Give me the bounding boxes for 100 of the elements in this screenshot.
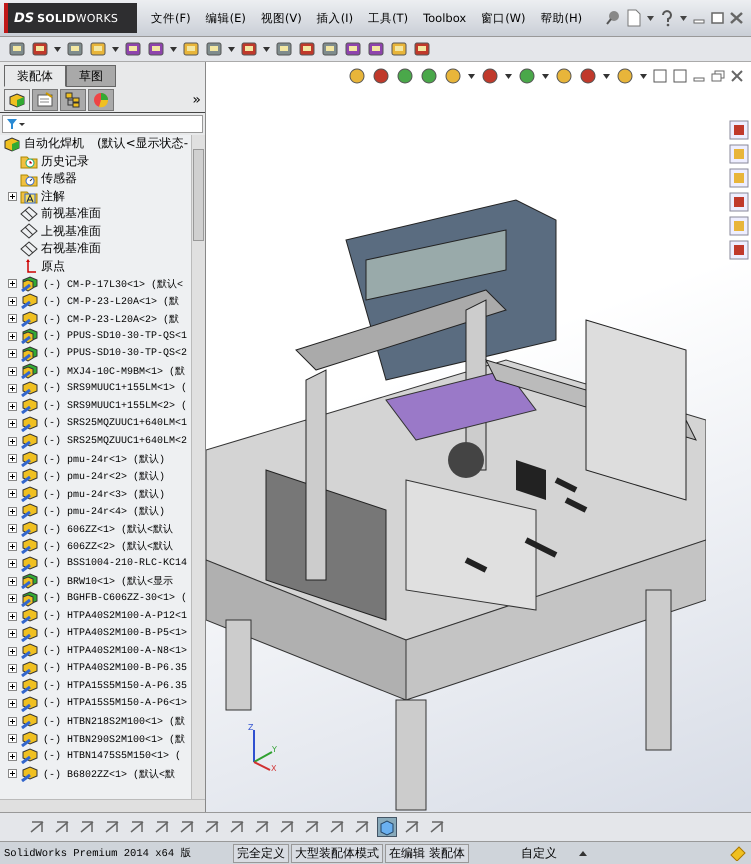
tree-item[interactable]: (-) pmu-24r<1> (默认): [43, 452, 166, 466]
feature-manager-tab[interactable]: [4, 89, 30, 111]
caret-icon[interactable]: [640, 74, 647, 78]
property-manager-tab[interactable]: [32, 89, 58, 111]
manager-tab[interactable]: 装配体: [4, 65, 66, 87]
expand-icon[interactable]: [8, 402, 17, 411]
expand-icon[interactable]: [8, 612, 17, 621]
expand-icon[interactable]: [8, 454, 17, 464]
tree-item[interactable]: (-) pmu-24r<2> (默认): [43, 469, 166, 484]
tree-item[interactable]: (-) B6802ZZ<1> (默认<默: [43, 766, 176, 781]
tree-item[interactable]: 自动化焊机: [24, 135, 84, 152]
tree-item[interactable]: 历史记录: [41, 152, 89, 170]
menu-item[interactable]: 编辑(E): [206, 10, 246, 26]
tree-item[interactable]: 上视基准面: [41, 222, 101, 240]
tree-item[interactable]: (-) PPUS-SD10-30-TP-QS<2: [43, 348, 188, 360]
tree-item[interactable]: (-) CM-P-23-L20A<1> (默: [43, 294, 180, 308]
caret-icon[interactable]: [603, 74, 610, 78]
tree-item[interactable]: (-) HTPA40S2M100-B-P6.35: [43, 663, 188, 674]
expand-icon[interactable]: [8, 559, 17, 568]
tree-item[interactable]: (-) CM-P-17L30<1> (默认<: [43, 276, 184, 291]
caret-icon[interactable]: [505, 74, 512, 78]
expand-icon[interactable]: [8, 629, 17, 638]
tree-item[interactable]: 传感器: [41, 170, 77, 188]
expand-icon[interactable]: [8, 419, 17, 428]
expand-icon[interactable]: [8, 542, 17, 551]
caret-icon[interactable]: [542, 74, 549, 78]
caret-icon[interactable]: [680, 16, 687, 20]
box-icon[interactable]: [378, 818, 396, 836]
filter-field[interactable]: [2, 115, 203, 133]
manager-tab[interactable]: 草图: [66, 65, 116, 87]
rebuild-icon[interactable]: [729, 845, 747, 861]
menu-item[interactable]: 文件(F): [151, 10, 191, 26]
expand-icon[interactable]: [8, 506, 17, 516]
tree-item[interactable]: 注解: [41, 188, 65, 205]
expand-icon[interactable]: [8, 524, 17, 534]
vertical-scrollbar[interactable]: [191, 135, 205, 799]
expand-icon[interactable]: [8, 349, 17, 358]
tree-item[interactable]: (-) pmu-24r<4> (默认): [43, 504, 166, 518]
caret-icon[interactable]: [170, 46, 177, 52]
expand-icon[interactable]: [8, 769, 17, 778]
tree-item[interactable]: (-) HTPA15S5M150-A-P6.35: [43, 680, 188, 692]
caret-icon[interactable]: [228, 46, 235, 52]
tile-right-icon[interactable]: [673, 69, 687, 83]
expand-icon[interactable]: [8, 489, 17, 498]
tile-left-icon[interactable]: [653, 69, 667, 83]
menu-item[interactable]: 视图(V): [260, 10, 302, 26]
tree-item[interactable]: 原点: [41, 258, 65, 275]
menu-item[interactable]: 窗口(W): [481, 10, 526, 26]
expand-panel-button[interactable]: »: [192, 92, 201, 108]
help-icon[interactable]: [660, 9, 674, 27]
new-document-icon[interactable]: [627, 9, 641, 27]
tree-item[interactable]: (-) BRW10<1> (默认<显示: [43, 574, 174, 588]
menu-item[interactable]: 插入(I): [316, 10, 354, 26]
tree-item[interactable]: (-) pmu-24r<3> (默认): [43, 486, 166, 501]
tree-item[interactable]: (-) SRS25MQZUUC1+640LM<2: [43, 436, 188, 447]
tree-item[interactable]: (-) HTPA40S2M100-A-P12<1: [43, 610, 188, 622]
expand-icon[interactable]: [8, 752, 17, 761]
tree-item[interactable]: 前视基准面: [41, 205, 101, 222]
tree-item[interactable]: (-) HTBN218S2M100<1> (默: [43, 714, 186, 728]
maximize-icon[interactable]: [711, 12, 724, 24]
expand-icon[interactable]: [8, 734, 17, 744]
tree-item[interactable]: 右视基准面: [41, 240, 101, 258]
tree-item[interactable]: (-) SRS9MUUC1+155LM<2> (: [43, 400, 188, 412]
tree-item[interactable]: (-) HTBN290S2M100<1> (默: [43, 732, 186, 746]
expand-icon[interactable]: [8, 594, 17, 604]
expand-icon[interactable]: [8, 699, 17, 708]
menu-item[interactable]: 帮助(H): [540, 10, 582, 26]
expand-icon[interactable]: [8, 384, 17, 394]
expand-icon[interactable]: [8, 472, 17, 481]
tree-item[interactable]: (-) BGHFB-C606ZZ-30<1> (: [43, 593, 188, 604]
caret-icon[interactable]: [647, 16, 654, 20]
expand-icon[interactable]: [8, 332, 17, 341]
close-icon[interactable]: [731, 70, 743, 82]
tree-item[interactable]: (-) HTPA40S2M100-B-P5<1>: [43, 628, 188, 640]
units-selector[interactable]: 自定义: [521, 844, 557, 862]
tree-item[interactable]: (-) HTPA40S2M100-A-N8<1>: [43, 646, 188, 657]
tree-item[interactable]: (-) HTBN1475S5M150<1> (: [43, 750, 182, 762]
expand-icon[interactable]: [8, 279, 17, 288]
menu-item[interactable]: 工具(T): [368, 10, 408, 26]
expand-icon[interactable]: [8, 646, 17, 656]
expand-icon[interactable]: [8, 314, 17, 324]
pin-icon[interactable]: [605, 10, 621, 26]
expand-icon[interactable]: [8, 192, 17, 201]
tree-item[interactable]: (-) CM-P-23-L20A<2> (默: [43, 312, 180, 326]
tree-item[interactable]: (-) PPUS-SD10-30-TP-QS<1: [43, 330, 188, 342]
expand-icon[interactable]: [8, 682, 17, 691]
caret-icon[interactable]: [579, 850, 587, 856]
horizontal-scrollbar[interactable]: [0, 799, 205, 812]
expand-icon[interactable]: [8, 366, 17, 376]
caret-icon[interactable]: [468, 74, 475, 78]
tree-item[interactable]: (-) HTPA15S5M150-A-P6<1>: [43, 698, 188, 710]
close-icon[interactable]: [730, 12, 743, 24]
expand-icon[interactable]: [8, 664, 17, 674]
expand-icon[interactable]: [8, 436, 17, 446]
configuration-manager-tab[interactable]: [60, 89, 86, 111]
expand-icon[interactable]: [8, 716, 17, 726]
menu-item[interactable]: Toolbox: [423, 10, 466, 26]
restore-icon[interactable]: [711, 70, 725, 82]
tree-item[interactable]: (-) 606ZZ<1> (默认<默认: [43, 522, 174, 536]
expand-icon[interactable]: [8, 576, 17, 586]
